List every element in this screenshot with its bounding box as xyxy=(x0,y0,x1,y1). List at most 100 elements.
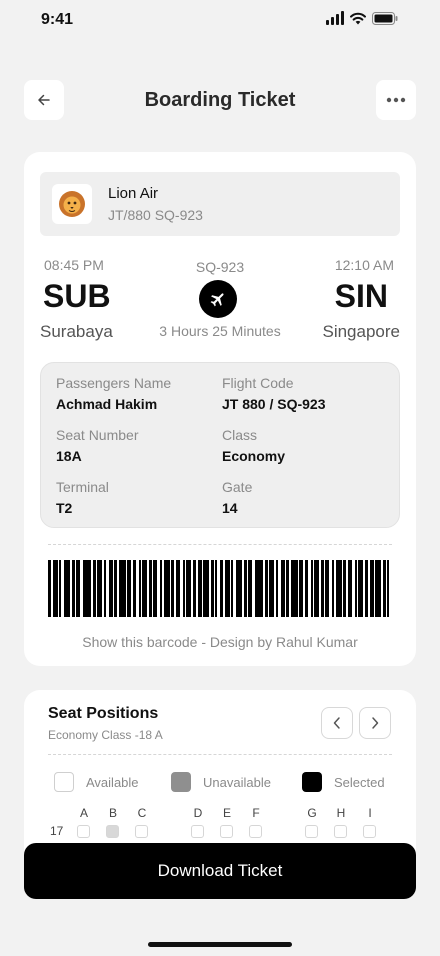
page-title: Boarding Ticket xyxy=(144,89,296,111)
barcode-bar xyxy=(64,560,70,617)
detail-passenger-name: Passengers Name Achmad Hakim xyxy=(56,375,171,412)
airline-name: Lion Air xyxy=(108,185,159,202)
arrival-city: Singapore xyxy=(322,322,400,341)
seat-class-subtitle: Economy Class -18 A xyxy=(48,728,163,742)
legend-unavailable: Unavailable xyxy=(171,772,271,792)
barcode-bar xyxy=(119,560,126,617)
detail-value: Economy xyxy=(222,448,286,464)
barcode-bar xyxy=(198,560,202,617)
seat-column-label: E xyxy=(222,806,231,820)
seat-column-label: I xyxy=(368,806,372,820)
more-button[interactable] xyxy=(376,80,416,120)
barcode-bar xyxy=(220,560,223,617)
next-button[interactable] xyxy=(359,707,391,739)
legend-swatch-available xyxy=(54,772,74,792)
legend-swatch-selected xyxy=(302,772,322,792)
airline-code: JT/880 SQ-923 xyxy=(108,207,203,223)
more-dots-icon xyxy=(386,97,406,103)
barcode-bar xyxy=(48,560,51,617)
seat-17B xyxy=(106,825,119,838)
legend-selected: Selected xyxy=(302,772,385,792)
barcode-bar xyxy=(225,560,230,617)
seat-17C[interactable] xyxy=(135,825,148,838)
barcode-bar xyxy=(299,560,303,617)
barcode-bar xyxy=(269,560,274,617)
barcode-bar xyxy=(53,560,58,617)
seat-17G[interactable] xyxy=(305,825,318,838)
seat-17A[interactable] xyxy=(77,825,90,838)
barcode-bar xyxy=(291,560,298,617)
barcode-bar xyxy=(72,560,75,617)
barcode-bar xyxy=(236,560,242,617)
barcode-bar xyxy=(311,560,313,617)
barcode-bar xyxy=(93,560,96,617)
barcode-bar xyxy=(215,560,217,617)
barcode-bar xyxy=(332,560,334,617)
detail-class: Class Economy xyxy=(222,427,285,464)
barcode-bar xyxy=(149,560,152,617)
status-icons xyxy=(326,11,398,25)
barcode-bar xyxy=(83,560,91,617)
header: Boarding Ticket xyxy=(24,80,416,120)
previous-button[interactable] xyxy=(321,707,353,739)
barcode-bar xyxy=(348,560,352,617)
barcode-bar xyxy=(375,560,381,617)
status-time: 9:41 xyxy=(41,11,74,28)
barcode-bar xyxy=(355,560,357,617)
detail-label: Flight Code xyxy=(222,375,294,391)
ticket-card: Lion Air JT/880 SQ-923 08:45 PM SUB Sura… xyxy=(24,152,416,666)
airplane-icon xyxy=(210,293,224,307)
airline-info: Lion Air JT/880 SQ-923 xyxy=(40,172,400,236)
arrival-time: 12:10 AM xyxy=(334,257,394,273)
barcode-bar xyxy=(97,560,102,617)
legend-swatch-unavailable xyxy=(171,772,191,792)
passenger-details: Passengers Name Achmad Hakim Flight Code… xyxy=(40,362,400,528)
barcode-bar xyxy=(109,560,113,617)
legend-label: Selected xyxy=(334,774,385,790)
barcode-bar xyxy=(164,560,170,617)
ticket-divider xyxy=(48,544,392,545)
seat-17I[interactable] xyxy=(363,825,376,838)
seat-17H[interactable] xyxy=(334,825,347,838)
barcode-bar xyxy=(76,560,80,617)
seat-column-label: C xyxy=(137,806,147,820)
seat-divider xyxy=(48,754,392,755)
barcode-bar xyxy=(160,560,162,617)
seat-17F[interactable] xyxy=(249,825,262,838)
barcode-bar xyxy=(193,560,196,617)
seat-positions-title: Seat Positions xyxy=(48,705,159,722)
barcode-bar xyxy=(321,560,324,617)
seat-column-label: B xyxy=(108,806,117,820)
lion-logo-icon xyxy=(59,191,85,217)
barcode-bar xyxy=(281,560,285,617)
barcode-bar xyxy=(133,560,136,617)
barcode-bar xyxy=(314,560,319,617)
legend-label: Available xyxy=(86,774,139,790)
detail-gate: Gate 14 xyxy=(222,479,252,516)
barcode-bar xyxy=(183,560,185,617)
detail-value: T2 xyxy=(56,500,73,516)
detail-label: Gate xyxy=(222,479,253,495)
seat-17E[interactable] xyxy=(220,825,233,838)
barcode-bar xyxy=(231,560,233,617)
seat-column-label: G xyxy=(307,806,317,820)
signal-icon xyxy=(326,11,344,25)
download-ticket-button[interactable]: Download Ticket xyxy=(24,843,416,899)
barcode-bar xyxy=(203,560,209,617)
home-indicator xyxy=(148,942,292,947)
barcode-bar xyxy=(365,560,368,617)
seat-17D[interactable] xyxy=(191,825,204,838)
detail-label: Terminal xyxy=(56,479,109,495)
detail-label: Class xyxy=(222,427,258,443)
barcode-bar xyxy=(255,560,263,617)
seat-column-label: H xyxy=(336,806,346,820)
battery-icon xyxy=(372,11,398,25)
legend-available: Available xyxy=(54,772,139,792)
barcode-bar xyxy=(104,560,106,617)
barcode-bar xyxy=(114,560,117,617)
barcode-bar xyxy=(387,560,389,617)
plane-badge xyxy=(199,280,237,318)
flight-route: 08:45 PM SUB Surabaya SQ-923 3 Hours 25 … xyxy=(40,256,400,346)
barcode-bar xyxy=(176,560,180,617)
barcode-bar xyxy=(171,560,174,617)
